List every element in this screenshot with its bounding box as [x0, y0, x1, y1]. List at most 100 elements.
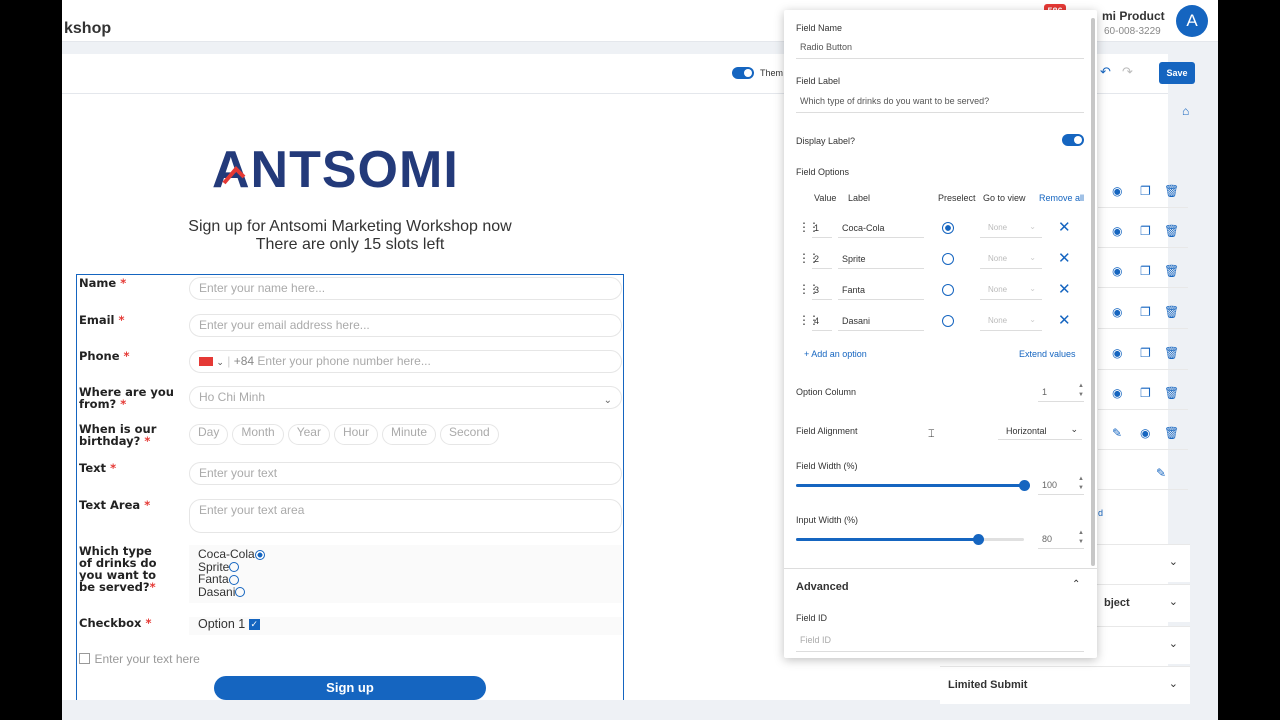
input-width-input[interactable]: 80 ▲ ▼: [1038, 529, 1084, 549]
chevron-down-icon: ⌄: [1168, 678, 1178, 690]
option-value[interactable]: 2: [812, 249, 832, 269]
preselect-radio[interactable]: [942, 284, 954, 296]
redo-icon[interactable]: ↷: [1122, 64, 1133, 80]
day-select[interactable]: Day: [189, 424, 229, 445]
trash-icon[interactable]: 🗑: [1164, 426, 1179, 440]
option-row-3: ⋮⋮ 3 Fanta None ⌄ ✕: [796, 278, 1086, 302]
accordion-limited-submit[interactable]: Limited Submit ⌄: [940, 666, 1190, 704]
radio-option-sprite[interactable]: Sprite: [198, 560, 613, 574]
trash-icon[interactable]: 🗑: [1164, 264, 1179, 278]
trash-icon[interactable]: 🗑: [1164, 184, 1179, 198]
checkbox-icon[interactable]: [79, 653, 90, 665]
option-value[interactable]: 4: [812, 311, 832, 331]
where-select[interactable]: Ho Chi Minh ⌄: [189, 386, 622, 409]
hour-select[interactable]: Hour: [333, 424, 378, 445]
slider-knob[interactable]: [1019, 480, 1030, 491]
pencil-icon[interactable]: ✎: [1156, 466, 1166, 480]
option-column-input[interactable]: 1 ▲ ▼: [1038, 382, 1084, 402]
radio-icon[interactable]: [254, 549, 265, 560]
checkbox-checked-icon[interactable]: ✓: [248, 619, 260, 631]
preselect-radio[interactable]: [942, 253, 954, 265]
radio-option-coca-cola[interactable]: Coca-Cola: [198, 548, 613, 561]
option-label[interactable]: Fanta: [838, 280, 924, 300]
slider-knob[interactable]: [973, 534, 985, 545]
close-icon[interactable]: ✕: [1058, 218, 1071, 236]
eye-icon[interactable]: ◉: [1112, 264, 1122, 278]
field-row-6: ◉ ❐ 🗑: [1098, 380, 1188, 410]
trash-icon[interactable]: 🗑: [1164, 386, 1179, 400]
radio-icon[interactable]: [228, 574, 239, 585]
field-width-slider[interactable]: [796, 480, 1030, 491]
home-icon[interactable]: ⌂: [1182, 104, 1189, 118]
remove-all-link[interactable]: Remove all: [1039, 193, 1084, 203]
account-name[interactable]: mi Product: [1102, 9, 1165, 23]
advanced-section-label[interactable]: Advanced: [796, 581, 849, 593]
theme-toggle[interactable]: [732, 67, 754, 79]
goto-select[interactable]: None ⌄: [980, 218, 1042, 238]
option-label[interactable]: Sprite: [838, 249, 924, 269]
close-icon[interactable]: ✕: [1058, 249, 1071, 267]
eye-icon[interactable]: ◉: [1140, 426, 1150, 440]
copy-icon[interactable]: ❐: [1140, 184, 1151, 198]
radio-option-dasani[interactable]: Dasani: [198, 585, 613, 599]
month-select[interactable]: Month: [232, 424, 284, 445]
option-label[interactable]: Dasani: [838, 311, 924, 331]
phone-input[interactable]: ⌄ | +84 Enter your phone number here...: [189, 350, 622, 373]
field-name-input[interactable]: Radio Button: [800, 42, 852, 52]
trash-icon[interactable]: 🗑: [1164, 224, 1179, 238]
save-button[interactable]: Save: [1159, 62, 1195, 84]
eye-icon[interactable]: ◉: [1112, 346, 1122, 360]
close-icon[interactable]: ✕: [1058, 280, 1071, 298]
minute-select[interactable]: Minute: [381, 424, 436, 445]
radio-icon[interactable]: [229, 562, 240, 573]
eye-icon[interactable]: ◉: [1112, 184, 1122, 198]
radio-option-fanta[interactable]: Fanta: [198, 573, 613, 586]
input-width-slider[interactable]: [796, 534, 1024, 545]
signup-button[interactable]: Sign up: [214, 676, 486, 700]
field-width-input[interactable]: 100 ▲ ▼: [1038, 475, 1084, 495]
vietnam-flag-icon[interactable]: [199, 357, 213, 367]
field-id-input[interactable]: Field ID: [800, 635, 831, 645]
eye-icon[interactable]: ◉: [1112, 386, 1122, 400]
textarea-input[interactable]: Enter your text area: [189, 499, 622, 533]
goto-select[interactable]: None ⌄: [980, 249, 1042, 269]
preselect-radio[interactable]: [942, 222, 954, 234]
extend-values-link[interactable]: Extend values: [1019, 349, 1076, 359]
email-input[interactable]: Enter your email address here...: [189, 314, 622, 337]
name-input[interactable]: Enter your name here...: [189, 277, 622, 300]
display-label-toggle[interactable]: [1062, 134, 1084, 146]
undo-icon[interactable]: ↶: [1100, 64, 1111, 80]
copy-icon[interactable]: ❐: [1140, 264, 1151, 278]
text-input[interactable]: Enter your text: [189, 462, 622, 485]
radio-icon[interactable]: [235, 587, 246, 598]
trash-icon[interactable]: 🗑: [1164, 305, 1179, 319]
panel-scrollbar[interactable]: [1091, 18, 1095, 566]
eye-icon[interactable]: ◉: [1112, 305, 1122, 319]
goto-select[interactable]: None ⌄: [980, 311, 1042, 331]
option-label[interactable]: Coca-Cola: [838, 218, 924, 238]
pencil-icon[interactable]: ✎: [1112, 426, 1122, 440]
year-select[interactable]: Year: [287, 424, 330, 445]
field-settings-panel: Field Name Radio Button Field Label Whic…: [784, 10, 1097, 658]
avatar[interactable]: A: [1176, 5, 1208, 37]
copy-icon[interactable]: ❐: [1140, 305, 1151, 319]
chevron-up-icon[interactable]: ⌃: [1072, 579, 1080, 590]
rail-link[interactable]: d: [1098, 508, 1103, 518]
trash-icon[interactable]: 🗑: [1164, 346, 1179, 360]
copy-icon[interactable]: ❐: [1140, 386, 1151, 400]
add-option-link[interactable]: + Add an option: [804, 349, 867, 359]
name-row: Name * Enter your name here...: [79, 277, 622, 303]
copy-icon[interactable]: ❐: [1140, 224, 1151, 238]
option-value[interactable]: 3: [812, 280, 832, 300]
close-icon[interactable]: ✕: [1058, 311, 1071, 329]
free-text-input[interactable]: Enter your text here: [94, 652, 199, 666]
eye-icon[interactable]: ◉: [1112, 224, 1122, 238]
chevron-down-icon[interactable]: ⌄: [216, 357, 224, 367]
option-value[interactable]: 1: [812, 218, 832, 238]
second-select[interactable]: Second: [440, 424, 499, 445]
alignment-select[interactable]: Horizontal ⌄: [998, 420, 1082, 440]
goto-select[interactable]: None ⌄: [980, 280, 1042, 300]
field-label-input[interactable]: Which type of drinks do you want to be s…: [800, 96, 989, 106]
copy-icon[interactable]: ❐: [1140, 346, 1151, 360]
preselect-radio[interactable]: [942, 315, 954, 327]
